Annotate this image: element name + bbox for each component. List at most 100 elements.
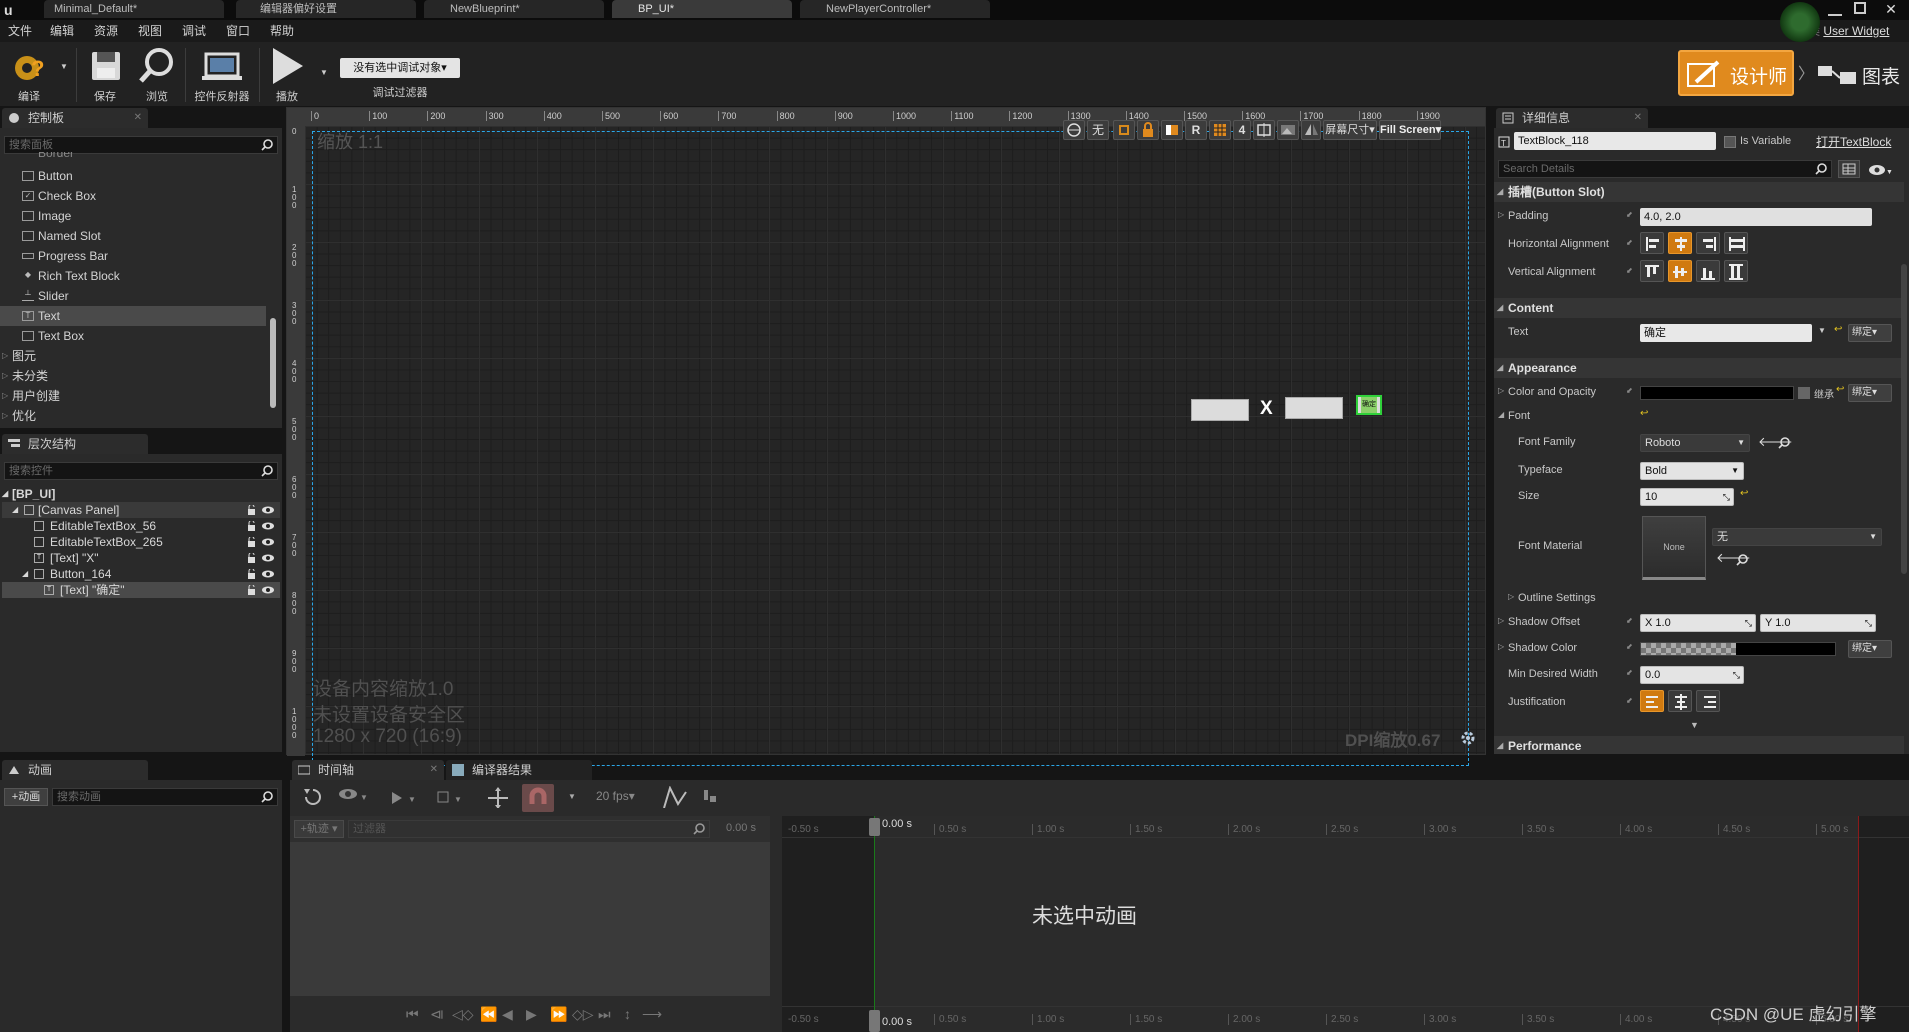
outline-expand-icon[interactable]: ▷ — [1508, 592, 1514, 601]
background-button[interactable] — [1277, 120, 1299, 140]
font-family-dropdown[interactable]: Roboto ▼ — [1640, 434, 1750, 452]
v-align-fill-button[interactable] — [1724, 260, 1748, 282]
reset-arrow-icon[interactable]: ⬋ — [1626, 386, 1633, 395]
details-tab[interactable]: 详细信息 ✕ — [1496, 108, 1648, 128]
palette-category-optimization[interactable]: 优化 — [0, 406, 266, 426]
eye-icon[interactable] — [262, 522, 274, 530]
shadow-offset-x-field[interactable]: X 1.0 ⤡ — [1640, 614, 1756, 632]
shadow-offset-expand-icon[interactable]: ▷ — [1498, 616, 1504, 625]
color-swatch[interactable] — [1640, 386, 1794, 400]
size-spinbox[interactable]: 10 ⤡ — [1640, 488, 1734, 506]
track-filter-input[interactable]: 过滤器 — [348, 820, 710, 838]
hierarchy-tab[interactable]: 层次结构 — [2, 434, 148, 454]
justify-center-button[interactable] — [1668, 690, 1692, 712]
reset-to-default-icon[interactable]: ↩ — [1834, 324, 1842, 335]
timeline-close-icon[interactable]: ✕ — [430, 760, 438, 780]
selection-options-icon[interactable]: ▼ — [436, 786, 466, 808]
lock-icon[interactable] — [247, 585, 256, 595]
flip-button[interactable] — [1301, 120, 1321, 140]
animations-tab[interactable]: 动画 — [2, 760, 148, 780]
timeline-tab[interactable]: 时间轴 ✕ — [292, 760, 444, 780]
next-key-icon[interactable]: ◇▷ — [572, 1006, 594, 1023]
jump-to-start-icon[interactable]: ⏮ — [406, 1006, 419, 1023]
hierarchy-item-text-x[interactable]: T [Text] "X" — [2, 550, 280, 566]
text-value-field[interactable]: 确定 — [1640, 324, 1812, 342]
jump-to-end-icon[interactable]: ⏭ — [598, 1006, 611, 1023]
property-matrix-button[interactable] — [1838, 160, 1860, 178]
tree-expand-icon[interactable]: ◢ — [22, 566, 28, 582]
tree-expand-icon[interactable]: ◢ — [12, 502, 18, 518]
widget-reflector-button[interactable]: 控件反射器 — [188, 46, 256, 104]
step-frame-forward-icon[interactable]: ⏩ — [550, 1006, 567, 1023]
v-align-bottom-button[interactable] — [1696, 260, 1720, 282]
window-close-button[interactable]: ✕ — [1882, 0, 1900, 18]
menu-help[interactable]: 帮助 — [270, 20, 294, 42]
tab-new-blueprint[interactable]: NewBlueprint* — [424, 0, 604, 18]
current-time-field[interactable]: 0.00 s — [726, 822, 756, 834]
grid-size-dropdown[interactable]: 4 — [1233, 120, 1251, 140]
lock-icon[interactable] — [247, 553, 256, 563]
reset-arrow-icon[interactable]: ⬋ — [1626, 668, 1633, 677]
typeface-dropdown[interactable]: Bold ▼ — [1640, 462, 1744, 480]
lock-icon[interactable] — [247, 537, 256, 547]
shadow-color-expand-icon[interactable]: ▷ — [1498, 642, 1504, 651]
button-slot-section[interactable]: 插槽(Button Slot) — [1494, 182, 1904, 202]
animation-search-input[interactable]: 搜索动画 — [52, 788, 278, 806]
curve-editor-icon[interactable] — [662, 786, 690, 808]
reset-arrow-icon[interactable]: ⬋ — [1626, 616, 1633, 625]
zoom-to-fit-button[interactable] — [1253, 120, 1275, 140]
details-scrollbar[interactable] — [1901, 264, 1907, 574]
culture-dropdown[interactable]: 无 — [1087, 120, 1109, 140]
palette-item-button[interactable]: Button — [0, 166, 266, 186]
is-variable-checkbox[interactable] — [1724, 136, 1736, 148]
fps-dropdown[interactable]: 20 fps▾ — [596, 789, 635, 803]
text-options-arrow-icon[interactable]: ▼ — [1818, 326, 1826, 335]
palette-item-progress-bar[interactable]: Progress Bar — [0, 246, 266, 266]
button-164[interactable]: 确定 — [1356, 395, 1382, 415]
open-textblock-link[interactable]: 打开TextBlock — [1816, 133, 1891, 150]
reset-arrow-icon[interactable]: ⬋ — [1626, 266, 1633, 275]
reset-arrow-icon[interactable]: ⬋ — [1626, 210, 1633, 219]
respect-locks-button[interactable] — [1113, 120, 1135, 140]
font-material-dropdown[interactable]: 无 ▼ — [1712, 528, 1882, 546]
palette-item-check-box[interactable]: ✓ Check Box — [0, 186, 266, 206]
debug-target-dropdown[interactable]: 没有选中调试对象▾ — [340, 58, 460, 78]
appearance-section[interactable]: Appearance — [1494, 358, 1904, 378]
justify-left-button[interactable] — [1640, 690, 1664, 712]
font-collapse-icon[interactable]: ◢ — [1498, 410, 1504, 419]
playhead-line[interactable] — [874, 816, 875, 1032]
loop-icon[interactable] — [302, 786, 324, 808]
window-minimize-button[interactable] — [1828, 2, 1842, 16]
eye-icon[interactable] — [262, 570, 274, 578]
color-expand-icon[interactable]: ▷ — [1498, 386, 1504, 395]
details-close-icon[interactable]: ✕ — [1634, 108, 1642, 128]
hierarchy-search-input[interactable]: 搜索控件 — [4, 462, 278, 480]
h-align-center-button[interactable] — [1668, 232, 1692, 254]
advanced-expand-arrow-icon[interactable]: ▼ — [1690, 720, 1699, 730]
design-grid[interactable]: 缩放 1:1 无 R 4 屏幕尺寸▾ Fill Screen▾ X 确定 设备内… — [305, 120, 1485, 766]
add-animation-button[interactable]: +动画 — [4, 788, 48, 806]
view-options-eye-icon[interactable]: ▼ — [336, 786, 370, 808]
lock-icon[interactable] — [247, 569, 256, 579]
palette-category-uncategorized[interactable]: 未分类 — [0, 366, 266, 386]
layout-button[interactable] — [1161, 120, 1183, 140]
reset-to-default-icon[interactable]: ↩ — [1640, 408, 1648, 419]
lock-toggle-button[interactable] — [1137, 120, 1159, 140]
padding-expand-icon[interactable]: ▷ — [1498, 210, 1504, 219]
tab-editor-preferences[interactable]: 编辑器偏好设置 — [236, 0, 416, 18]
eye-icon[interactable] — [262, 506, 274, 514]
view-options-eye-icon[interactable]: ▼ — [1868, 164, 1892, 176]
play-reverse-icon[interactable]: ◀ — [502, 1006, 513, 1023]
parent-class-link[interactable]: User Widget — [1823, 24, 1889, 38]
browse-button[interactable]: 浏览 — [132, 46, 182, 104]
palette-item-slider[interactable]: ┴ Slider — [0, 286, 266, 306]
palette-item-named-slot[interactable]: Named Slot — [0, 226, 266, 246]
palette-category-user-created[interactable]: 用户创建 — [0, 386, 266, 406]
padding-field[interactable]: 4.0, 2.0 — [1640, 208, 1872, 226]
hierarchy-item-editable-text-box-265[interactable]: EditableTextBox_265 — [2, 534, 280, 550]
v-align-top-button[interactable] — [1640, 260, 1664, 282]
browse-magnifier-icon[interactable] — [1736, 554, 1748, 566]
play-options-icon[interactable]: ▼ — [390, 786, 420, 808]
palette-item-text[interactable]: T Text — [0, 306, 266, 326]
palette-category-primitives[interactable]: 图元 — [0, 346, 266, 366]
